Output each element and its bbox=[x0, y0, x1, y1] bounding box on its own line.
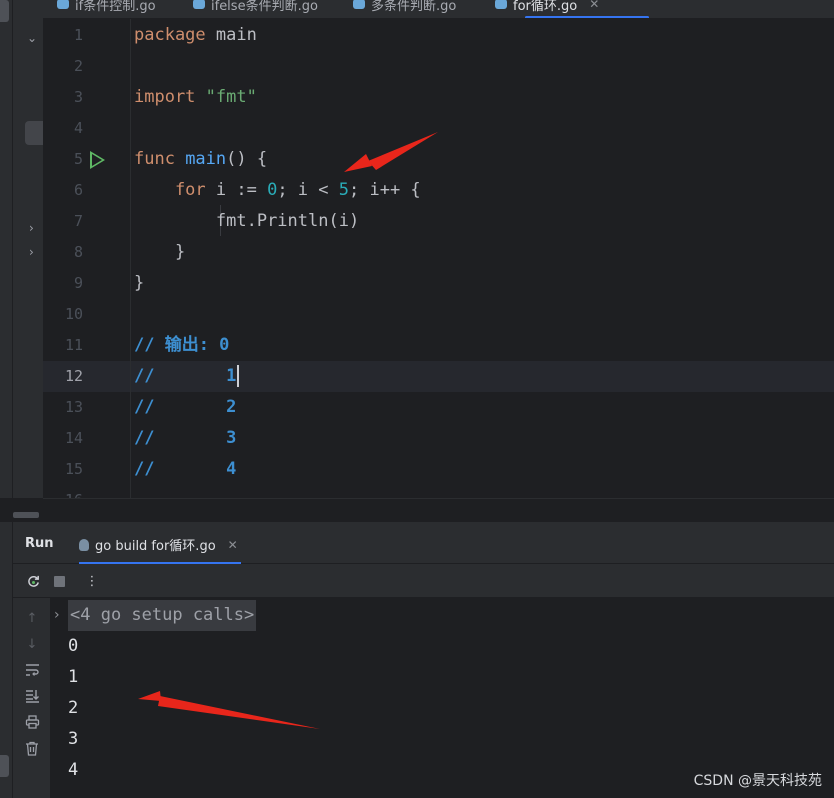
tab-label: 多条件判断.go bbox=[371, 0, 457, 14]
run-config-tab[interactable]: go build for循环.go ✕ bbox=[79, 535, 238, 554]
editor-gutter bbox=[43, 19, 131, 498]
code-line: 5 func main() { bbox=[43, 144, 834, 175]
run-toolbar: ⋮ bbox=[13, 564, 834, 598]
line-code: import "fmt" bbox=[134, 87, 257, 107]
code-line: 6 for i := 0; i < 5; i++ { bbox=[43, 175, 834, 206]
console-line: 3 bbox=[68, 729, 79, 749]
panel-splitter[interactable] bbox=[0, 498, 834, 522]
text-cursor bbox=[237, 365, 240, 387]
code-line: 11 // 输出: 0 bbox=[43, 330, 834, 361]
editor-tab-bar: if条件控制.go ifelse条件判断.go 多条件判断.go for循环.g… bbox=[43, 0, 834, 19]
run-tab-label: go build for循环.go bbox=[95, 539, 216, 554]
code-line: 3 import "fmt" bbox=[43, 82, 834, 113]
code-line: 14 // 3 bbox=[43, 423, 834, 454]
chevron-right-icon[interactable]: › bbox=[29, 222, 34, 234]
arrow-down-icon[interactable]: ↓ bbox=[24, 636, 40, 652]
line-code: for i := 0; i < 5; i++ { bbox=[134, 180, 421, 200]
code-editor[interactable]: 1 package main 2 3 import "fmt" 4 5 func… bbox=[43, 19, 834, 498]
line-code: package main bbox=[134, 25, 257, 45]
tab-ifelse[interactable]: ifelse条件判断.go bbox=[193, 0, 318, 16]
gutter-separator bbox=[130, 19, 131, 498]
chevron-right-icon[interactable]: › bbox=[29, 246, 34, 258]
line-code: // 输出: 0 bbox=[134, 335, 230, 355]
go-file-icon bbox=[495, 0, 507, 9]
go-file-icon bbox=[193, 0, 205, 9]
code-line: 13 // 2 bbox=[43, 392, 834, 423]
editor-bottom-edge bbox=[43, 498, 834, 499]
setup-calls-fold[interactable]: <4 go setup calls> bbox=[68, 600, 257, 631]
go-file-icon bbox=[57, 0, 69, 9]
tab-label: for循环.go bbox=[513, 0, 578, 14]
setup-calls-row[interactable]: › <4 go setup calls> bbox=[50, 600, 834, 631]
code-line: 2 bbox=[43, 51, 834, 82]
run-title: Run bbox=[25, 536, 54, 551]
watermark: CSDN @景天科技苑 bbox=[693, 773, 822, 789]
line-code: } bbox=[134, 242, 186, 262]
run-tool-window: Run go build for循环.go ✕ ⋮ ↑ ↓ › <4 go se… bbox=[13, 522, 834, 798]
code-line: 7 fmt.Println(i) bbox=[43, 206, 834, 237]
more-vertical-icon[interactable]: ⋮ bbox=[84, 573, 100, 589]
arrow-up-icon[interactable]: ↑ bbox=[24, 610, 40, 626]
line-code: fmt.Println(i) bbox=[134, 211, 360, 231]
tool-strip-handle-bottom[interactable] bbox=[0, 755, 9, 777]
tab-label: ifelse条件判断.go bbox=[211, 0, 318, 14]
print-icon[interactable] bbox=[24, 714, 40, 730]
code-line-current: 12 // 1 bbox=[43, 361, 834, 392]
go-file-icon bbox=[353, 0, 365, 9]
rerun-icon[interactable] bbox=[25, 573, 41, 589]
console-line: 4 bbox=[68, 760, 79, 780]
code-line: 15 // 4 bbox=[43, 454, 834, 485]
trash-icon[interactable] bbox=[24, 740, 40, 756]
horizontal-scrollbar[interactable] bbox=[13, 512, 39, 518]
line-code: func main() { bbox=[134, 149, 268, 169]
line-code: // 4 bbox=[134, 459, 237, 479]
code-line: 4 bbox=[43, 113, 834, 144]
console-side-toolbar: ↑ ↓ bbox=[13, 598, 50, 798]
tab-if-control[interactable]: if条件控制.go bbox=[57, 0, 156, 16]
code-line: 1 package main bbox=[43, 20, 834, 51]
line-code: } bbox=[134, 273, 145, 293]
stop-icon[interactable] bbox=[51, 573, 67, 589]
code-line: 10 bbox=[43, 299, 834, 330]
soft-wrap-icon[interactable] bbox=[24, 662, 40, 678]
left-tool-strip bbox=[0, 0, 13, 798]
chevron-down-icon[interactable]: ⌄ bbox=[27, 32, 37, 44]
close-icon[interactable]: ✕ bbox=[228, 538, 238, 552]
run-header: Run go build for循环.go ✕ bbox=[13, 522, 834, 564]
tab-for-loop[interactable]: for循环.go ✕ bbox=[495, 0, 599, 16]
tab-multi-condition[interactable]: 多条件判断.go bbox=[353, 0, 456, 16]
gopher-icon bbox=[79, 538, 89, 551]
tool-strip-handle[interactable] bbox=[0, 0, 9, 22]
line-code: // 3 bbox=[134, 428, 237, 448]
code-line: 9 } bbox=[43, 268, 834, 299]
close-icon[interactable]: ✕ bbox=[589, 0, 599, 11]
chevron-right-icon[interactable]: › bbox=[54, 600, 60, 631]
console-line: 1 bbox=[68, 667, 79, 687]
scroll-to-end-icon[interactable] bbox=[24, 688, 40, 704]
project-selected-row[interactable] bbox=[25, 121, 43, 145]
console-line: 0 bbox=[68, 636, 79, 656]
tab-label: if条件控制.go bbox=[75, 0, 156, 14]
project-panel-collapsed: ⌄ › › bbox=[13, 0, 43, 520]
console-line: 2 bbox=[68, 698, 79, 718]
console-output[interactable]: › <4 go setup calls> 0 1 2 3 4 bbox=[50, 598, 834, 798]
code-line: 16 bbox=[43, 485, 834, 498]
code-line: 8 } bbox=[43, 237, 834, 268]
line-code: // 2 bbox=[134, 397, 237, 417]
line-code: // 1 bbox=[134, 361, 240, 392]
